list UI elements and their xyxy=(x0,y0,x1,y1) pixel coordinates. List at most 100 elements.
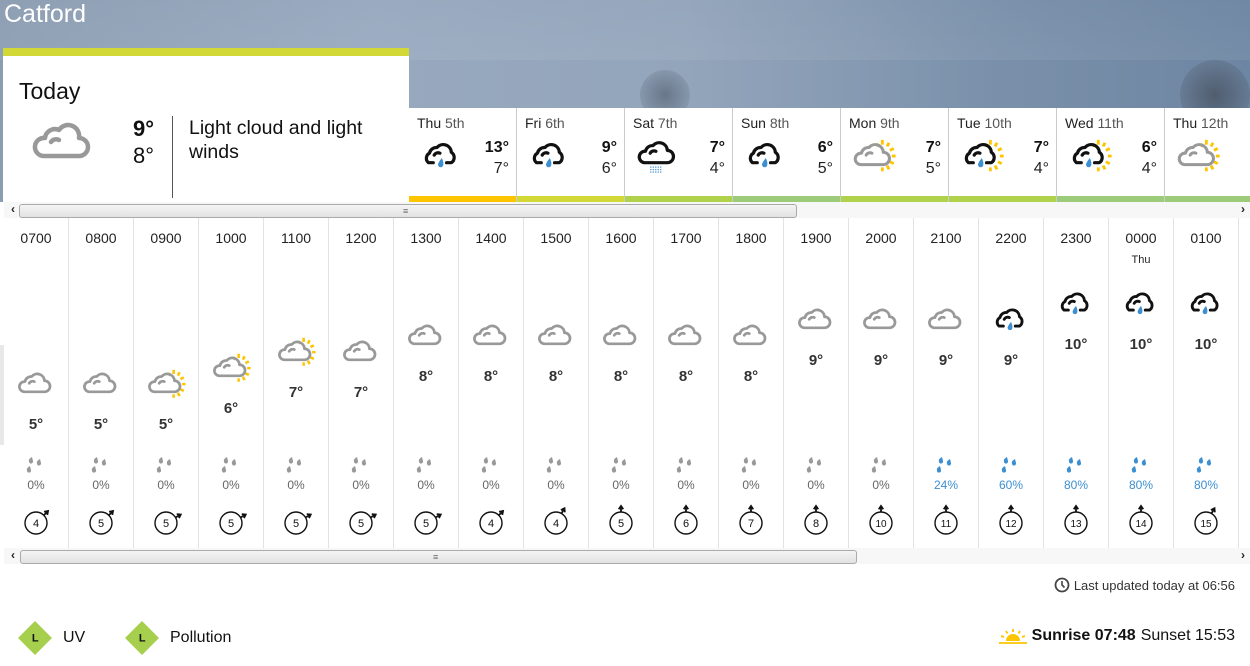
rain-chance: 80% xyxy=(1063,478,1089,492)
hour-column[interactable]: 1200 7° 0% 5 xyxy=(329,218,394,548)
today-panel[interactable]: Today 9° 8° Light cloud and light winds xyxy=(3,48,409,202)
hour-temp: 10° xyxy=(1194,336,1218,353)
hour-column[interactable]: 0800 5° 0% 5 xyxy=(69,218,134,548)
light-cloud-icon xyxy=(471,320,512,357)
wind-arrow-icon: 7 xyxy=(734,504,768,535)
wind-arrow-icon: 12 xyxy=(994,504,1028,535)
day-tab-thu-5th[interactable]: Thu 5th 13° 7° xyxy=(409,108,517,202)
svg-text:10: 10 xyxy=(875,519,887,530)
day-tab-sat-7th[interactable]: Sat 7th 7° 4° xyxy=(625,108,733,202)
rain-drops-icon xyxy=(415,456,437,479)
hour-column[interactable]: 1300 8° 0% 5 xyxy=(394,218,459,548)
light-cloud-icon xyxy=(926,304,967,341)
scroll-thumb[interactable]: ≡ xyxy=(19,204,797,218)
wind-arrow-icon: 5 xyxy=(84,504,118,535)
light-rain-icon xyxy=(1121,288,1162,325)
day-high-temp: 7° xyxy=(1033,139,1049,156)
rain-chance: 0% xyxy=(872,478,890,492)
hour-column[interactable]: 1900 9° 0% 8 xyxy=(784,218,849,548)
rain-drops-icon xyxy=(1065,456,1087,479)
hour-column[interactable]: 0900 5° 0% 5 xyxy=(134,218,199,548)
day-tab-fri-6th[interactable]: Fri 6th 9° 6° xyxy=(517,108,625,202)
uv-badge[interactable]: L UV xyxy=(18,621,86,655)
light-cloud-icon xyxy=(536,320,577,357)
day-low-temp: 4° xyxy=(1141,160,1157,177)
rain-drops-icon xyxy=(25,456,47,479)
hour-temp: 10° xyxy=(1064,336,1088,353)
svg-text:7: 7 xyxy=(748,518,754,530)
scroll-left-button[interactable]: ‹ xyxy=(6,548,20,564)
rain-chance: 0% xyxy=(612,478,630,492)
day-high-temp: 7° xyxy=(709,139,725,156)
hour-column[interactable]: 1800 8° 0% 7 xyxy=(719,218,784,548)
hourly-scrollbar[interactable]: ‹ ≡ › xyxy=(4,548,1250,564)
hour-column[interactable]: 0700 5° 0% 4 xyxy=(4,218,69,548)
rain-drops-icon xyxy=(285,456,307,479)
hour-time: 1400 xyxy=(475,230,507,246)
scroll-right-button[interactable]: › xyxy=(1236,202,1250,218)
hour-temp: 6° xyxy=(223,400,239,417)
hour-column[interactable]: 0000 Thu 10° 80% 14 xyxy=(1109,218,1174,548)
sunny-intervals-icon xyxy=(851,138,897,179)
hour-temp: 9° xyxy=(808,352,824,369)
rain-drops-icon xyxy=(610,456,632,479)
pollution-badge[interactable]: L Pollution xyxy=(125,621,231,655)
hour-column[interactable]: 1100 7° 0% 5 xyxy=(264,218,329,548)
rain-drops-icon xyxy=(935,456,957,479)
scroll-right-button[interactable]: › xyxy=(1236,548,1250,564)
hour-column[interactable]: 1600 8° 0% 5 xyxy=(589,218,654,548)
rain-drops-icon xyxy=(155,456,177,479)
light-rain-showers-icon xyxy=(959,138,1005,179)
scroll-left-button[interactable]: ‹ xyxy=(6,202,20,218)
rain-chance: 0% xyxy=(287,478,305,492)
day-tab-tue-10th[interactable]: Tue 10th 7° 4° xyxy=(949,108,1057,202)
hour-temp: 9° xyxy=(938,352,954,369)
uv-label: UV xyxy=(63,629,86,646)
day-high-temp: 6° xyxy=(1141,139,1157,156)
day-label: Tue 10th xyxy=(957,115,1012,131)
rain-chance: 0% xyxy=(482,478,500,492)
rain-chance: 80% xyxy=(1193,478,1219,492)
svg-text:11: 11 xyxy=(941,519,952,530)
hour-time: 1300 xyxy=(410,230,442,246)
wind-arrow-icon: 13 xyxy=(1059,504,1093,535)
hour-time: 0900 xyxy=(150,230,182,246)
rain-drops-icon xyxy=(805,456,827,479)
light-cloud-icon xyxy=(16,368,57,405)
hour-time: 2300 xyxy=(1060,230,1092,246)
day-low-temp: 6° xyxy=(601,160,617,177)
hour-column[interactable]: 1400 8° 0% 4 xyxy=(459,218,524,548)
hour-temp: 5° xyxy=(93,416,109,433)
hour-time: 2000 xyxy=(865,230,897,246)
rain-chance: 0% xyxy=(547,478,565,492)
sunny-intervals-icon xyxy=(211,352,252,389)
day-tab-thu-12th[interactable]: Thu 12th xyxy=(1165,108,1250,202)
hour-column[interactable]: 2300 10° 80% 13 xyxy=(1044,218,1109,548)
svg-text:4: 4 xyxy=(33,518,39,530)
rain-drops-icon xyxy=(545,456,567,479)
scroll-thumb[interactable]: ≡ xyxy=(20,550,857,564)
hour-temp: 7° xyxy=(288,384,304,401)
day-tab-mon-9th[interactable]: Mon 9th 7° 5° xyxy=(841,108,949,202)
hour-temp: 9° xyxy=(873,352,889,369)
daily-scrollbar[interactable]: ‹ ≡ › xyxy=(4,202,1250,218)
hour-column[interactable]: 2100 9° 24% 11 xyxy=(914,218,979,548)
hour-temp: 5° xyxy=(28,416,44,433)
rain-drops-icon xyxy=(220,456,242,479)
svg-text:13: 13 xyxy=(1070,519,1082,530)
svg-text:5: 5 xyxy=(293,518,299,530)
hour-column[interactable]: 2200 9° 60% 12 xyxy=(979,218,1044,548)
hour-column[interactable]: 1000 6° 0% 5 xyxy=(199,218,264,548)
day-tab-sun-8th[interactable]: Sun 8th 6° 5° xyxy=(733,108,841,202)
rain-drops-icon xyxy=(480,456,502,479)
hour-temp: 8° xyxy=(548,368,564,385)
hour-column[interactable]: 2000 9° 0% 10 xyxy=(849,218,914,548)
hour-column[interactable]: 1500 8° 0% 4 xyxy=(524,218,589,548)
day-tab-wed-11th[interactable]: Wed 11th 6° 4° xyxy=(1057,108,1165,202)
rain-chance: 0% xyxy=(352,478,370,492)
hour-time: 1100 xyxy=(280,230,312,246)
svg-text:5: 5 xyxy=(618,518,624,530)
hour-column[interactable]: 1700 8° 0% 6 xyxy=(654,218,719,548)
light-rain-icon xyxy=(743,138,789,179)
hour-column[interactable]: 0100 10° 80% 15 xyxy=(1174,218,1239,548)
